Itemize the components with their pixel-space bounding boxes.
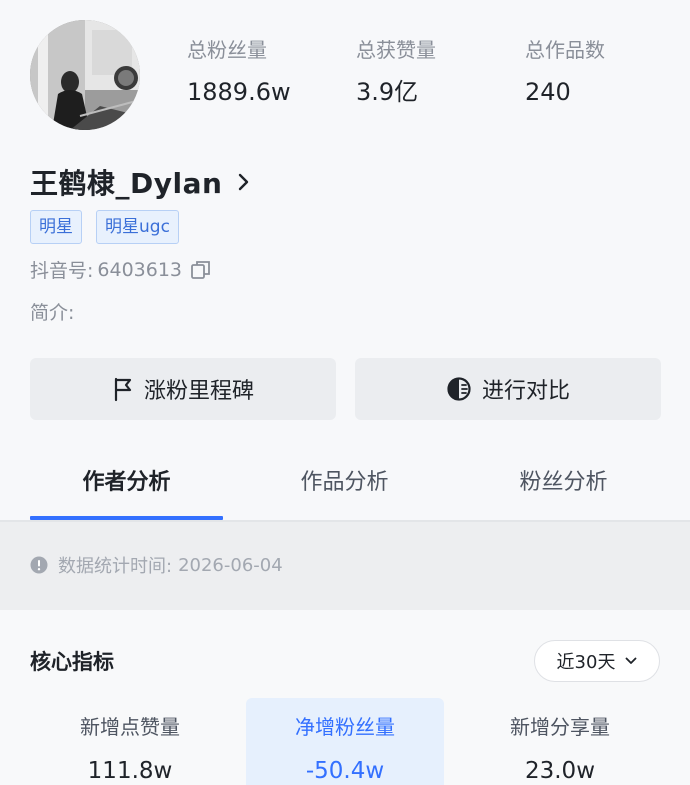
metric-value: 111.8w <box>87 758 173 784</box>
tag-list: 明星 明星ugc <box>30 210 179 244</box>
stat-value: 3.9亿 <box>356 78 419 106</box>
info-icon <box>30 556 48 574</box>
milestone-label: 涨粉里程碑 <box>143 379 254 404</box>
douyin-id-value: 6403613 <box>97 258 183 281</box>
chevron-down-icon <box>626 657 637 664</box>
copy-icon[interactable] <box>190 259 212 281</box>
range-select[interactable]: 近30天 <box>534 640 660 682</box>
tab-fans-analysis[interactable]: 粉丝分析 <box>467 440 660 520</box>
tag-star-ugc: 明星ugc <box>96 210 179 244</box>
stat-value: 240 <box>525 78 571 106</box>
compare-icon <box>447 377 471 401</box>
stat-total-works: 总作品数 240 <box>525 36 690 112</box>
avatar[interactable] <box>30 20 140 130</box>
chevron-right-icon <box>236 172 252 192</box>
douyin-id-row: 抖音号: 6403613 <box>30 256 212 283</box>
tab-author-analysis[interactable]: 作者分析 <box>30 440 223 520</box>
stat-total-fans: 总粉丝量 1889.6w <box>187 36 357 112</box>
metric-value: -50.4w <box>305 758 385 784</box>
stat-label: 总粉丝量 <box>187 38 267 62</box>
metric-value: 23.0w <box>524 758 596 784</box>
intro-label: 简介: <box>30 302 75 324</box>
tag-star: 明星 <box>30 210 82 244</box>
notice-label: 数据统计时间: <box>58 556 173 577</box>
stat-label: 总作品数 <box>525 38 605 62</box>
milestone-button[interactable]: 涨粉里程碑 <box>30 358 336 420</box>
metric-label: 净增粉丝量 <box>295 715 395 739</box>
notice-date: 2026-06-04 <box>178 554 283 576</box>
compare-button[interactable]: 进行对比 <box>355 358 661 420</box>
stat-label: 总获赞量 <box>356 38 436 62</box>
metric-label: 新增分享量 <box>510 715 610 739</box>
analysis-tabs: 作者分析 作品分析 粉丝分析 <box>0 440 690 520</box>
core-metrics-title: 核心指标 <box>30 650 114 674</box>
flag-icon <box>114 377 132 402</box>
compare-label: 进行对比 <box>481 379 570 404</box>
data-time-notice: 数据统计时间: 2026-06-04 <box>30 552 283 578</box>
avatar-photo <box>30 20 140 130</box>
metric-label: 新增点赞量 <box>80 715 180 739</box>
metric-net-fans[interactable]: 净增粉丝量 -50.4w <box>245 712 445 785</box>
range-select-value: 近30天 <box>556 652 616 673</box>
metric-new-shares[interactable]: 新增分享量 23.0w <box>460 712 660 785</box>
douyin-id-label: 抖音号: <box>30 260 94 282</box>
profile-name: 王鹤棣_Dylan <box>30 167 223 200</box>
metric-new-likes[interactable]: 新增点赞量 111.8w <box>30 712 230 785</box>
tab-works-analysis[interactable]: 作品分析 <box>248 440 441 520</box>
stat-value: 1889.6w <box>187 78 291 106</box>
stat-total-likes: 总获赞量 3.9亿 <box>356 36 526 112</box>
profile-name-link[interactable]: 王鹤棣_Dylan <box>30 162 252 202</box>
